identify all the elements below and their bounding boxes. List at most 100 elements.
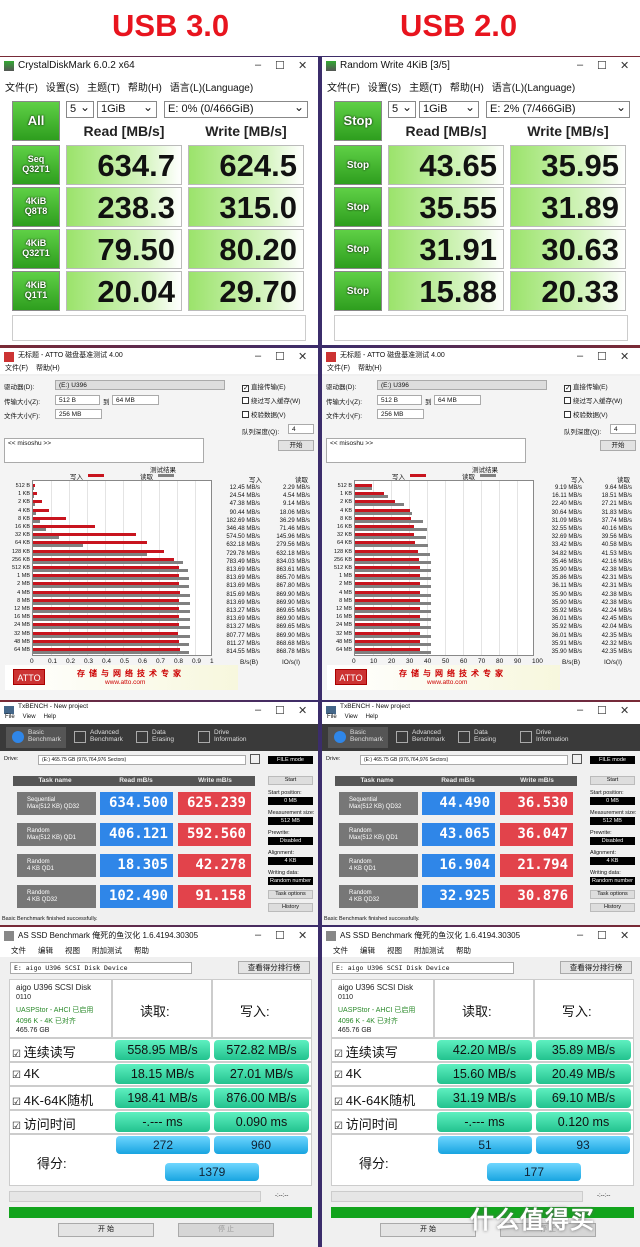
checkbox-option[interactable]: 绕过写入缓存(W)	[564, 395, 622, 405]
tab-advanced-benchmark[interactable]: Advanced Benchmark	[68, 727, 128, 748]
test-button[interactable]: 4KiB Q32T1	[12, 229, 60, 269]
menu-item[interactable]: 视图	[387, 945, 402, 955]
file-size-select[interactable]: 256 MB	[55, 409, 102, 419]
radio-bytes[interactable]: B/s(B)	[562, 659, 580, 666]
checkbox-icon[interactable]: ☑	[12, 1049, 24, 1060]
checkbox-icon[interactable]	[242, 411, 249, 418]
test-button[interactable]: Stop	[334, 187, 382, 227]
maximize-button[interactable]: ☐	[597, 59, 607, 72]
queue-depth-select[interactable]: 4	[610, 424, 636, 434]
checkbox-option[interactable]: 绕过写入缓存(W)	[242, 395, 300, 405]
checkbox-icon[interactable]: ☑	[12, 1070, 24, 1081]
checkbox-icon[interactable]: ✓	[242, 385, 249, 392]
drive-select[interactable]: (E:) 465.75 GB (976,764,976 Sectors)	[360, 755, 568, 765]
menu-item[interactable]: 主题(T)	[87, 79, 120, 94]
history-button[interactable]: History	[268, 903, 313, 912]
menu-item[interactable]: 帮助(H)	[128, 79, 162, 94]
menu-item[interactable]: 帮助(H)	[36, 363, 60, 373]
test-button[interactable]: Seq Q32T1	[12, 145, 60, 185]
row-label[interactable]: ☑ 4K	[12, 1066, 40, 1081]
notes-textarea[interactable]: << misoshu >>	[326, 438, 526, 463]
tab-data-erasing[interactable]: Data Erasing	[130, 727, 190, 748]
menu-item[interactable]: 帮助	[456, 945, 471, 955]
checkbox-icon[interactable]: ☑	[12, 1121, 24, 1132]
menu-item[interactable]: 附加测试	[414, 945, 444, 955]
start-button[interactable]: 开始	[278, 440, 314, 451]
task-options-button[interactable]: Task options	[268, 890, 313, 899]
checkbox-icon[interactable]: ☑	[334, 1070, 346, 1081]
test-button[interactable]: Stop	[334, 271, 382, 311]
row-label[interactable]: ☑ 访问时间	[12, 1114, 76, 1133]
count-select[interactable]: 5	[388, 100, 416, 118]
test-button[interactable]: 4KiB Q1T1	[12, 271, 60, 311]
menu-item[interactable]: File	[5, 714, 15, 724]
tab-data-erasing[interactable]: Data Erasing	[452, 727, 512, 748]
tab-drive-information[interactable]: Drive Information	[514, 727, 574, 748]
menu-item[interactable]: 帮助	[134, 945, 149, 955]
tab-drive-information[interactable]: Drive Information	[192, 727, 252, 748]
maximize-button[interactable]: ☐	[275, 59, 285, 72]
checkbox-icon[interactable]: ☑	[334, 1049, 346, 1060]
start-button[interactable]: 开始	[600, 440, 636, 451]
menu-item[interactable]: View	[23, 714, 36, 724]
menu-item[interactable]: 语言(L)(Language)	[492, 79, 575, 94]
checkbox-icon[interactable]	[564, 397, 571, 404]
radio-bytes[interactable]: B/s(B)	[240, 659, 258, 666]
drive-select[interactable]: (E:) 465.75 GB (976,764,976 Sectors)	[38, 755, 246, 765]
checkbox-option[interactable]: ✓ 直接传输(E)	[564, 381, 608, 392]
menu-item[interactable]: 设置(S)	[368, 79, 401, 94]
all-button[interactable]: All	[12, 101, 60, 141]
drive-select[interactable]: (E:) U396	[377, 380, 547, 390]
menu-item[interactable]: Help	[366, 714, 378, 724]
menu-item[interactable]: 语言(L)(Language)	[170, 79, 253, 94]
menu-item[interactable]: 文件(F)	[5, 363, 28, 373]
refresh-icon[interactable]	[250, 754, 260, 764]
minimize-button[interactable]: –	[577, 59, 583, 71]
checkbox-icon[interactable]: ☑	[334, 1097, 346, 1108]
checkbox-option[interactable]: ✓ 直接传输(E)	[242, 381, 286, 392]
notes-textarea[interactable]: << misoshu >>	[4, 438, 204, 463]
drive-select[interactable]: E: aigo U396 SCSI Disk Device	[332, 962, 514, 974]
close-button[interactable]: ✕	[620, 59, 629, 72]
start-button[interactable]: 开 始	[58, 1223, 154, 1237]
drive-select[interactable]: (E:) U396	[55, 380, 225, 390]
close-button[interactable]: ✕	[620, 929, 629, 942]
checkbox-option[interactable]: 校验数据(V)	[564, 409, 608, 419]
checkbox-option[interactable]: 校验数据(V)	[242, 409, 286, 419]
rank-button[interactable]: 查看得分排行榜	[560, 961, 632, 974]
row-label[interactable]: ☑ 访问时间	[334, 1114, 398, 1133]
test-button[interactable]: Stop	[334, 229, 382, 269]
tab-advanced-benchmark[interactable]: Advanced Benchmark	[390, 727, 450, 748]
checkbox-icon[interactable]	[564, 411, 571, 418]
menu-item[interactable]: View	[345, 714, 358, 724]
transfer-to-select[interactable]: 64 MB	[434, 395, 481, 405]
menu-item[interactable]: 帮助(H)	[450, 79, 484, 94]
menu-item[interactable]: 附加测试	[92, 945, 122, 955]
menu-item[interactable]: Help	[44, 714, 56, 724]
task-options-button[interactable]: Task options	[590, 890, 635, 899]
tab-basic-benchmark[interactable]: Basic Benchmark	[6, 727, 66, 748]
row-label[interactable]: ☑ 连续读写	[334, 1042, 398, 1061]
checkbox-icon[interactable]: ✓	[564, 385, 571, 392]
menu-item[interactable]: 文件(F)	[327, 363, 350, 373]
checkbox-icon[interactable]	[242, 397, 249, 404]
queue-depth-select[interactable]: 4	[288, 424, 314, 434]
row-label[interactable]: ☑ 4K-64K随机	[12, 1090, 93, 1109]
rank-button[interactable]: 查看得分排行榜	[238, 961, 310, 974]
start-button[interactable]: Start	[268, 776, 313, 785]
menu-item[interactable]: 文件(F)	[5, 79, 38, 94]
start-button[interactable]: Start	[590, 776, 635, 785]
minimize-button[interactable]: –	[255, 350, 261, 362]
start-button[interactable]: 开 始	[380, 1223, 476, 1237]
all-button[interactable]: Stop	[334, 101, 382, 141]
transfer-to-select[interactable]: 64 MB	[112, 395, 159, 405]
menu-item[interactable]: File	[327, 714, 337, 724]
minimize-button[interactable]: –	[255, 59, 261, 71]
menu-item[interactable]: 主题(T)	[409, 79, 442, 94]
radio-io[interactable]: IO/s(I)	[282, 659, 300, 666]
menu-item[interactable]: 帮助(H)	[358, 363, 382, 373]
checkbox-icon[interactable]: ☑	[334, 1121, 346, 1132]
count-select[interactable]: 5	[66, 100, 94, 118]
close-button[interactable]: ✕	[298, 929, 307, 942]
maximize-button[interactable]: ☐	[275, 929, 285, 942]
